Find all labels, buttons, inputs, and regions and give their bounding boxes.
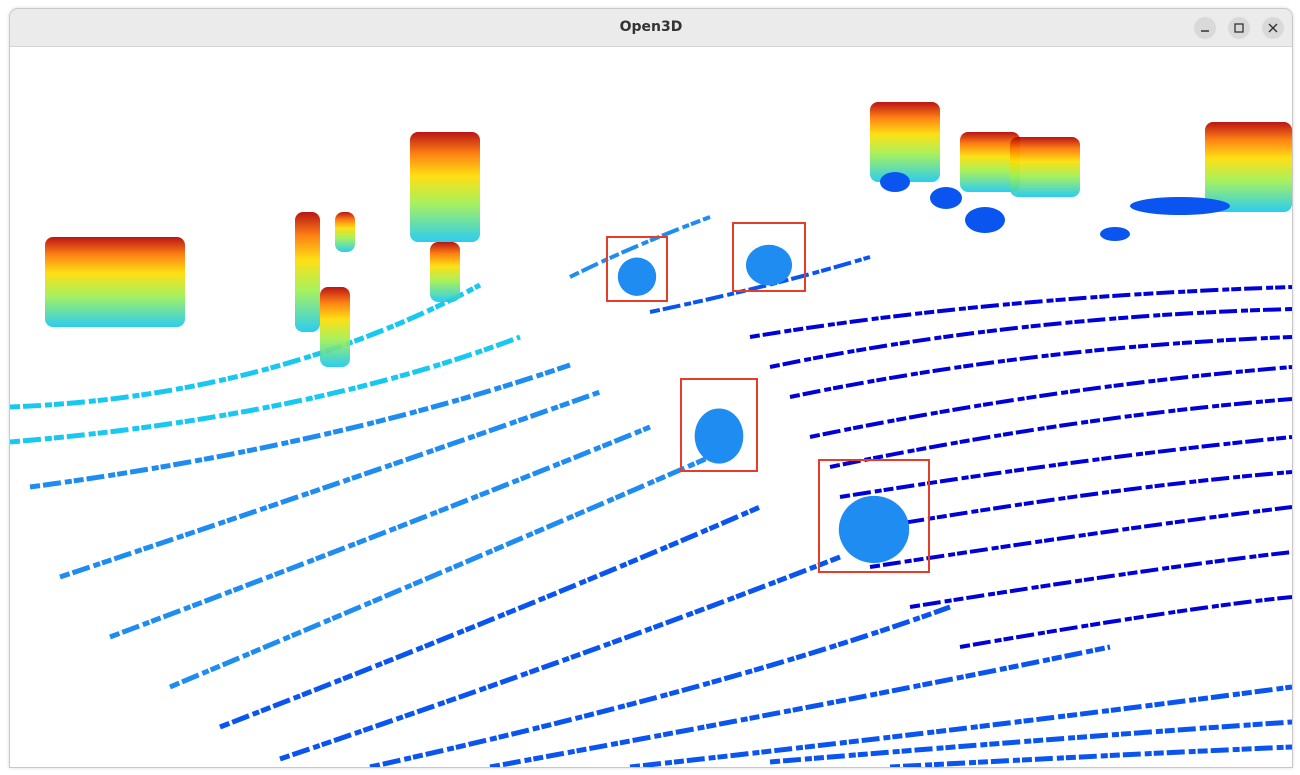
structure-cluster [870,102,940,182]
ground-scan-ring [829,397,1292,469]
structure-cluster [1205,122,1292,212]
object-cluster [880,172,910,192]
pedestrian-point-cluster [745,244,793,286]
ground-scan-ring [169,454,711,690]
maximize-icon [1234,23,1244,33]
ground-scan-ring [10,334,521,445]
ground-scan-ring [789,335,1292,399]
title-bar[interactable]: Open3D [10,9,1292,47]
minimize-icon [1201,30,1209,32]
structure-cluster [320,287,350,367]
ground-scan-ring [59,389,601,580]
ground-scan-ring [959,595,1292,649]
close-icon [1268,23,1278,33]
structure-cluster [45,237,185,327]
maximize-button[interactable] [1228,17,1250,39]
object-cluster [965,207,1005,233]
ground-scan-ring [889,744,1292,767]
ground-scan-ring [839,435,1292,499]
object-cluster [1130,197,1230,215]
structure-cluster [335,212,355,252]
structure-cluster [295,212,320,332]
ground-scan-ring [29,362,571,490]
close-button[interactable] [1262,17,1284,39]
object-cluster [930,187,962,209]
ground-scan-ring [769,719,1292,765]
minimize-button[interactable] [1194,17,1216,39]
ground-scan-ring [849,470,1292,534]
structure-cluster [1010,137,1080,197]
ground-scan-ring [279,554,841,762]
window-title: Open3D [619,19,683,35]
pedestrian-point-cluster [694,408,744,464]
point-cloud-viewport[interactable] [10,47,1292,767]
structure-cluster [410,132,480,242]
structure-cluster [430,242,460,302]
open3d-window: Open3D [9,8,1293,768]
ground-scan-ring [909,550,1292,609]
pedestrian-point-cluster [617,257,657,296]
point-cloud-render [10,102,1292,767]
pedestrian-point-cluster [838,495,910,564]
object-cluster [1100,227,1130,241]
